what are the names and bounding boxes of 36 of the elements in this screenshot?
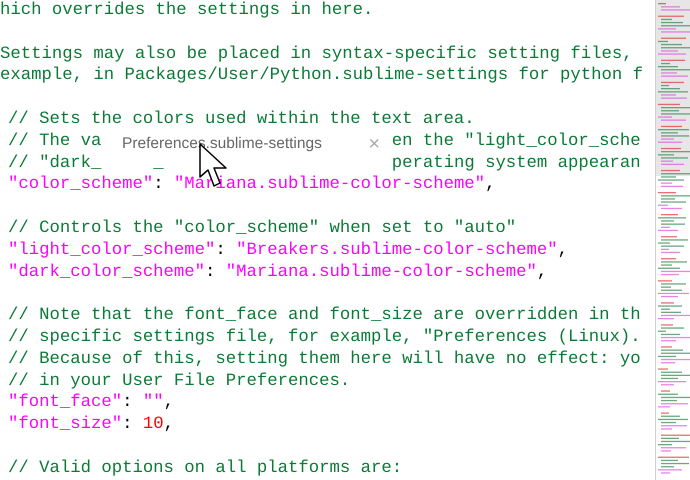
code-comment: Settings may also be placed in syntax-specific setting files, [0, 44, 633, 66]
setting-key: "font_size" [8, 414, 122, 436]
tab-title: Preferences.sublime-settings [122, 134, 322, 154]
code-comment: // The va [8, 130, 102, 153]
string-value: "Mariana.sublime-color-scheme" [174, 174, 486, 196]
code-comment: example, in Packages/User/Python.sublime-settings for python f [0, 65, 643, 88]
punctuation: : [122, 392, 134, 414]
punctuation: : [205, 262, 216, 284]
punctuation: , [558, 240, 568, 262]
setting-key: "color_scheme" [8, 174, 154, 196]
punctuation: , [536, 262, 548, 284]
setting-key: "dark_color_scheme" [8, 262, 206, 284]
punctuation: , [485, 174, 496, 196]
punctuation: : [153, 174, 165, 196]
code-comment: // Valid options on all platforms are: [8, 458, 402, 480]
punctuation: : [215, 240, 227, 262]
code-comment: // "dark_ [8, 152, 102, 174]
string-value: "Mariana.sublime-color-scheme" [226, 262, 537, 284]
setting-key: "light_color_scheme" [8, 240, 216, 262]
code-comment: // Note that the font_face and font_size are overridden in th [8, 305, 641, 327]
string-value: "" [142, 392, 164, 414]
code-comment: // in your User File Preferences. [8, 370, 350, 392]
number-value: 10 [142, 414, 164, 436]
punctuation: , [164, 414, 174, 436]
code-comment: perating system appearan [392, 152, 641, 174]
punctuation: , [164, 392, 174, 414]
minimap-drawing[interactable] [655, 0, 690, 480]
code-comment: en the "light_color_sche [392, 130, 641, 153]
code-comment: // Because of this, setting them here will have no effect: yo [8, 348, 641, 371]
setting-key: "font_face" [8, 392, 122, 414]
punctuation: : [122, 414, 134, 436]
code-comment: // specific settings file, for example, "Preferences (Linux). [8, 326, 641, 349]
code-comment: // Sets the colors used within the text area. [8, 108, 475, 131]
code-comment: hich overrides the settings in here. [0, 0, 374, 22]
string-value: "Breakers.sublime-color-scheme" [236, 240, 558, 262]
code-comment: // Controls the "color_scheme" when set to "auto" [8, 218, 516, 240]
